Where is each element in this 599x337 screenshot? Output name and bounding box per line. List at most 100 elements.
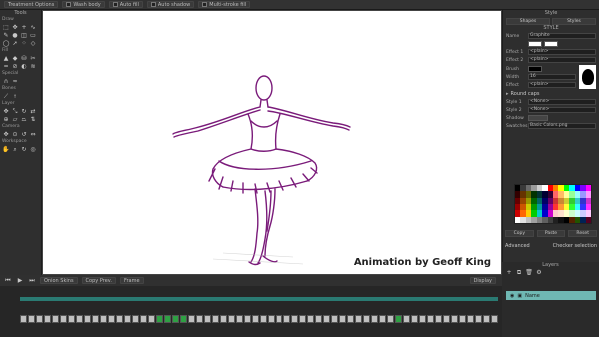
frame-cell[interactable] — [291, 315, 299, 323]
frame-cell[interactable] — [475, 315, 483, 323]
line-color-swatch[interactable] — [528, 41, 542, 47]
tab-styles[interactable]: Styles — [552, 17, 596, 25]
delete-edge-icon[interactable]: ✂ — [29, 55, 37, 62]
frame-cell[interactable] — [267, 315, 275, 323]
frame-cell[interactable] — [131, 315, 139, 323]
swatches-select[interactable]: Basic Colors.png — [528, 123, 596, 129]
wash-body-checkbox[interactable]: Wash body — [62, 1, 105, 8]
play-icon[interactable]: ▶ — [16, 277, 24, 284]
frame-cell[interactable] — [107, 315, 115, 323]
arrow-icon[interactable]: ➚ — [11, 40, 19, 47]
orbit-icon[interactable]: ◎ — [29, 146, 37, 153]
zoom-camera-icon[interactable]: ⊙ — [11, 131, 19, 138]
frame-cell[interactable] — [123, 315, 131, 323]
shear-layer-icon[interactable]: ▱ — [11, 116, 19, 123]
frame-cell[interactable] — [427, 315, 435, 323]
track-camera-icon[interactable]: ✥ — [2, 131, 10, 138]
paste-button[interactable]: Paste — [536, 230, 566, 237]
frame-cell[interactable] — [147, 315, 155, 323]
frame-cell[interactable] — [211, 315, 219, 323]
line-color-box[interactable] — [528, 66, 542, 72]
frame-cell[interactable] — [275, 315, 283, 323]
paint-bucket-icon[interactable]: ⛁ — [20, 55, 28, 62]
rotate-layer-icon[interactable]: ↻ — [20, 108, 28, 115]
shear-icon[interactable]: ◇ — [29, 40, 37, 47]
frame-cell[interactable] — [459, 315, 467, 323]
curvature-icon[interactable]: ∿ — [29, 24, 37, 31]
advanced-label[interactable]: Advanced — [505, 243, 530, 249]
swatch-cell[interactable] — [585, 216, 591, 223]
multi-stroke-fill-checkbox[interactable]: Multi-stroke fill — [198, 1, 251, 8]
frame-cell[interactable] — [243, 315, 251, 323]
transform-icon[interactable]: ✥ — [11, 24, 19, 31]
frame-cell[interactable] — [331, 315, 339, 323]
frame-cell[interactable] — [411, 315, 419, 323]
rotate-workspace-icon[interactable]: ↻ — [20, 146, 28, 153]
layer-row[interactable]: ◉ ▣ Name — [506, 291, 596, 300]
display-button[interactable]: Display — [469, 277, 496, 284]
fill-color-swatch[interactable] — [544, 41, 558, 47]
color-swatches[interactable] — [514, 184, 592, 224]
select-points-icon[interactable]: ⬚ — [2, 24, 10, 31]
noise-icon[interactable]: ≈ — [11, 78, 19, 85]
frame-cell[interactable] — [235, 315, 243, 323]
frame-cell[interactable] — [251, 315, 259, 323]
roll-camera-icon[interactable]: ↺ — [20, 131, 28, 138]
line-width-icon[interactable]: ═ — [2, 63, 10, 70]
select-bone-icon[interactable]: ⟋ — [2, 93, 10, 100]
translate-layer-icon[interactable]: ✥ — [2, 108, 10, 115]
last-frame-icon[interactable]: ⏭ — [28, 277, 36, 284]
effect2-select[interactable]: <plain> — [528, 57, 596, 63]
frame-cell[interactable] — [467, 315, 475, 323]
effect-select[interactable]: <plain> — [528, 82, 576, 88]
frame-cell[interactable] — [139, 315, 147, 323]
freehand-icon[interactable]: ✎ — [2, 32, 10, 39]
style1-select[interactable]: <None> — [528, 99, 596, 105]
frame-cell[interactable] — [435, 315, 443, 323]
frame-cell[interactable] — [355, 315, 363, 323]
pan-tilt-icon[interactable]: ⇔ — [29, 131, 37, 138]
eye-icon[interactable]: ◉ — [510, 293, 514, 299]
shadow-field[interactable] — [528, 115, 548, 121]
frame-cell[interactable] — [379, 315, 387, 323]
frame-cell[interactable] — [187, 315, 195, 323]
create-shape-icon[interactable]: ◆ — [11, 55, 19, 62]
frame-cell[interactable] — [195, 315, 203, 323]
frame-field[interactable]: Frame — [119, 277, 144, 284]
frame-cell[interactable] — [451, 315, 459, 323]
frame-cell[interactable] — [115, 315, 123, 323]
frame-cell[interactable] — [443, 315, 451, 323]
frame-cell[interactable] — [27, 315, 35, 323]
frame-cell[interactable] — [67, 315, 75, 323]
magnet-icon[interactable]: ∩ — [2, 78, 10, 85]
frame-cell[interactable] — [347, 315, 355, 323]
perspective-icon[interactable]: ⏢ — [20, 116, 28, 123]
hide-edge-icon[interactable]: ◐ — [20, 63, 28, 70]
add-point-icon[interactable]: + — [20, 24, 28, 31]
frame-cell[interactable] — [20, 315, 27, 323]
copy-button[interactable]: Copy — [505, 230, 534, 237]
frame-cell[interactable] — [491, 315, 499, 323]
onion-skins-button[interactable]: Onion Skins — [40, 277, 78, 284]
frame-cell[interactable] — [219, 315, 227, 323]
frame-cell[interactable] — [371, 315, 379, 323]
switch-layer-icon[interactable]: ⇅ — [29, 116, 37, 123]
new-layer-icon[interactable]: + — [505, 270, 513, 277]
flip-layer-icon[interactable]: ⇄ — [29, 108, 37, 115]
first-frame-icon[interactable]: ⏮ — [4, 277, 12, 284]
pan-icon[interactable]: ✋ — [2, 146, 10, 153]
blob-brush-icon[interactable]: ● — [11, 32, 19, 39]
frame-cell[interactable] — [83, 315, 91, 323]
frame-cell[interactable] — [387, 315, 395, 323]
frame-cell[interactable] — [91, 315, 99, 323]
frame-cell[interactable] — [259, 315, 267, 323]
frame-cell[interactable] — [395, 315, 403, 323]
auto-fill-checkbox[interactable]: Auto fill — [108, 1, 143, 8]
frame-cell[interactable] — [163, 315, 171, 323]
frame-cell[interactable] — [299, 315, 307, 323]
frame-cell[interactable] — [307, 315, 315, 323]
treatment-options-dropdown[interactable]: Treatment Options — [4, 1, 59, 8]
style-name-field[interactable]: Graphite — [528, 33, 596, 39]
layer-settings-icon[interactable]: ⚙ — [535, 270, 543, 277]
duplicate-layer-icon[interactable]: ⧉ — [515, 270, 523, 277]
